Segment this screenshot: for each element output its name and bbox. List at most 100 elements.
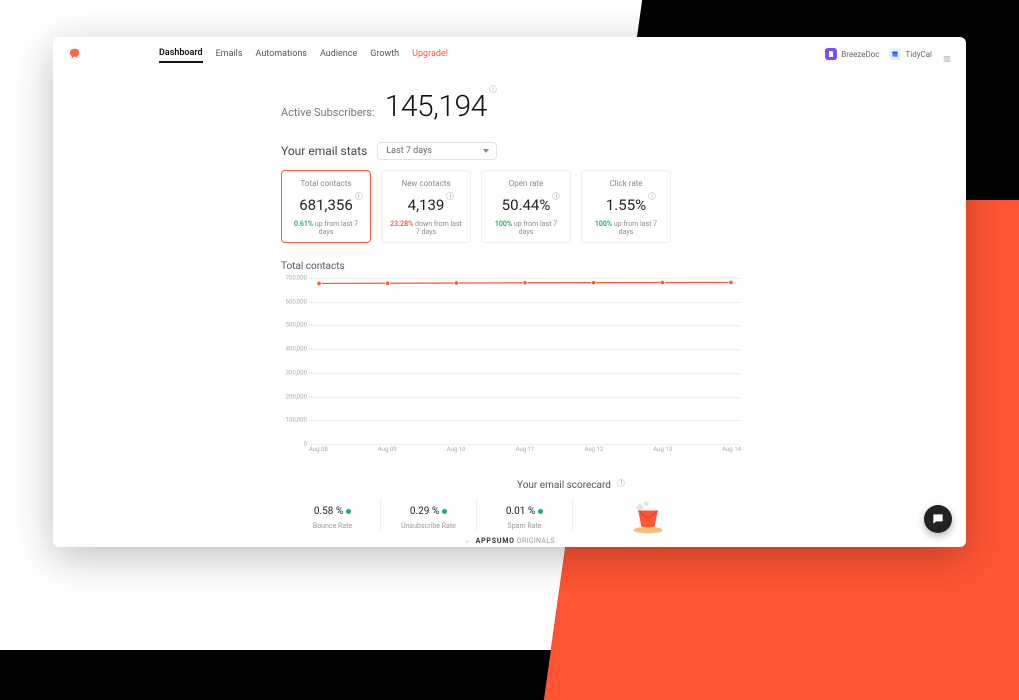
x-tick: Aug 14: [722, 446, 741, 458]
info-icon[interactable]: i: [552, 192, 560, 200]
y-tick: 500,000: [286, 322, 307, 329]
score-spam-rate: 0.01 % Spam Rate: [477, 499, 573, 530]
stat-value: 1.55% i: [606, 196, 646, 214]
chart-x-axis: Aug 08 Aug 09 Aug 10 Aug 11 Aug 12 Aug 1…: [309, 446, 741, 458]
stat-delta-pct: 100%: [595, 220, 612, 228]
status-dot-icon: [538, 509, 543, 514]
app-link-tidycal[interactable]: TidyCal: [889, 48, 932, 60]
nav-dashboard[interactable]: Dashboard: [159, 45, 203, 63]
stat-card-open-rate[interactable]: Open rate 50.44% i 100% up from last 7 d…: [481, 170, 571, 243]
active-subscribers-label: Active Subscribers:: [281, 106, 375, 119]
tidycal-label: TidyCal: [905, 50, 932, 59]
footer-branding: ← APPSUMO ORIGINALS: [53, 537, 966, 545]
stat-label: Open rate: [488, 179, 564, 188]
x-tick: Aug 09: [378, 446, 397, 458]
score-label: Bounce Rate: [291, 522, 374, 530]
stat-delta: 100% up from last 7 days: [488, 220, 564, 236]
score-value: 0.01 %: [506, 506, 543, 517]
stat-card-click-rate[interactable]: Click rate 1.55% i 100% up from last 7 d…: [581, 170, 671, 243]
y-tick: 600,000: [286, 298, 307, 305]
stat-value: 4,139 i: [408, 196, 445, 214]
x-tick: Aug 08: [309, 446, 328, 458]
nav-upgrade[interactable]: Upgrade!: [412, 46, 448, 62]
score-bounce-rate: 0.58 % Bounce Rate: [285, 499, 381, 530]
nav-audience[interactable]: Audience: [320, 46, 357, 62]
footer-suffix: ORIGINALS: [517, 537, 555, 545]
x-tick: Aug 12: [584, 446, 603, 458]
stat-delta: 23.28% down from last 7 days: [388, 220, 464, 236]
score-value-text: 0.58 %: [314, 506, 343, 517]
chart-title: Total contacts: [281, 261, 966, 272]
score-label: Unsubscribe Rate: [387, 522, 470, 530]
active-subscribers-value: 145,194 i: [385, 89, 487, 124]
stat-card-total-contacts[interactable]: Total contacts 681,356 i 0.61% up from l…: [281, 170, 371, 243]
topbar: Dashboard Emails Automations Audience Gr…: [53, 37, 966, 69]
active-subscribers-number: 145,194: [385, 89, 487, 124]
app-window: Dashboard Emails Automations Audience Gr…: [53, 37, 966, 547]
score-value: 0.58 %: [314, 506, 351, 517]
info-icon[interactable]: i: [446, 192, 454, 200]
x-tick: Aug 11: [516, 446, 535, 458]
stat-value-text: 1.55%: [606, 196, 646, 214]
chart-y-axis: 700,000 600,000 500,000 400,000 300,000 …: [281, 278, 309, 444]
stat-delta-suffix: up from last 7 days: [614, 220, 657, 236]
score-unsubscribe-rate: 0.29 % Unsubscribe Rate: [381, 499, 477, 530]
stat-value-text: 681,356: [299, 196, 353, 214]
stat-value-text: 50.44%: [502, 196, 551, 214]
y-tick: 700,000: [286, 275, 307, 282]
footer-arrow-icon: ←: [464, 537, 471, 545]
breezedoc-icon: [825, 48, 837, 60]
stat-delta-pct: 23.28%: [390, 220, 413, 228]
score-value: 0.29 %: [410, 506, 447, 517]
main-nav: Dashboard Emails Automations Audience Gr…: [159, 45, 448, 63]
score-value-text: 0.29 %: [410, 506, 439, 517]
app-link-breezedoc[interactable]: BreezeDoc: [825, 48, 879, 60]
x-tick: Aug 13: [653, 446, 672, 458]
breezedoc-label: BreezeDoc: [841, 50, 879, 59]
status-dot-icon: [346, 509, 351, 514]
footer-brand: APPSUMO: [476, 537, 515, 545]
stat-label: Click rate: [588, 179, 664, 188]
stat-delta-pct: 100%: [495, 220, 512, 228]
y-tick: 400,000: [286, 346, 307, 353]
stat-delta: 0.61% up from last 7 days: [288, 220, 364, 236]
nav-growth[interactable]: Growth: [370, 46, 399, 62]
score-value-text: 0.01 %: [506, 506, 535, 517]
x-tick: Aug 10: [447, 446, 466, 458]
stat-delta-suffix: up from last 7 days: [514, 220, 557, 236]
score-label: Spam Rate: [483, 522, 566, 530]
app-logo-icon: [67, 47, 81, 61]
stat-value-text: 4,139: [408, 196, 445, 214]
stat-delta-suffix: down from last 7 days: [415, 220, 462, 236]
scorecard-illustration-icon: [623, 499, 673, 535]
stat-delta: 100% up from last 7 days: [588, 220, 664, 236]
topbar-right: BreezeDoc TidyCal: [825, 48, 952, 60]
menu-icon[interactable]: [942, 49, 952, 59]
stat-delta-suffix: up from last 7 days: [315, 220, 358, 236]
y-tick: 200,000: [286, 393, 307, 400]
email-stats-title: Your email stats: [281, 144, 367, 158]
chat-icon: [931, 512, 945, 526]
stat-label: New contacts: [388, 179, 464, 188]
nav-automations[interactable]: Automations: [256, 46, 307, 62]
topbar-left: Dashboard Emails Automations Audience Gr…: [67, 45, 448, 63]
info-icon[interactable]: i: [617, 479, 625, 487]
stat-value: 681,356 i: [299, 196, 353, 214]
info-icon[interactable]: i: [648, 192, 656, 200]
scorecard-title-text: Your email scorecard: [517, 480, 611, 491]
active-subscribers-row: Active Subscribers: 145,194 i: [281, 89, 966, 124]
y-tick: 300,000: [286, 369, 307, 376]
y-tick: 0: [304, 441, 307, 448]
info-icon[interactable]: i: [489, 85, 497, 93]
scorecard-row: 0.58 % Bounce Rate 0.29 % Unsubscribe Ra…: [285, 499, 966, 535]
info-icon[interactable]: i: [355, 192, 363, 200]
stat-cards-row: Total contacts 681,356 i 0.61% up from l…: [281, 170, 966, 243]
date-range-select[interactable]: Last 7 days: [377, 142, 497, 160]
nav-emails[interactable]: Emails: [216, 46, 243, 62]
tidycal-icon: [889, 48, 901, 60]
stat-card-new-contacts[interactable]: New contacts 4,139 i 23.28% down from la…: [381, 170, 471, 243]
chat-button[interactable]: [924, 505, 952, 533]
chart-line: [309, 278, 741, 444]
total-contacts-chart: 700,000 600,000 500,000 400,000 300,000 …: [281, 278, 741, 458]
status-dot-icon: [442, 509, 447, 514]
